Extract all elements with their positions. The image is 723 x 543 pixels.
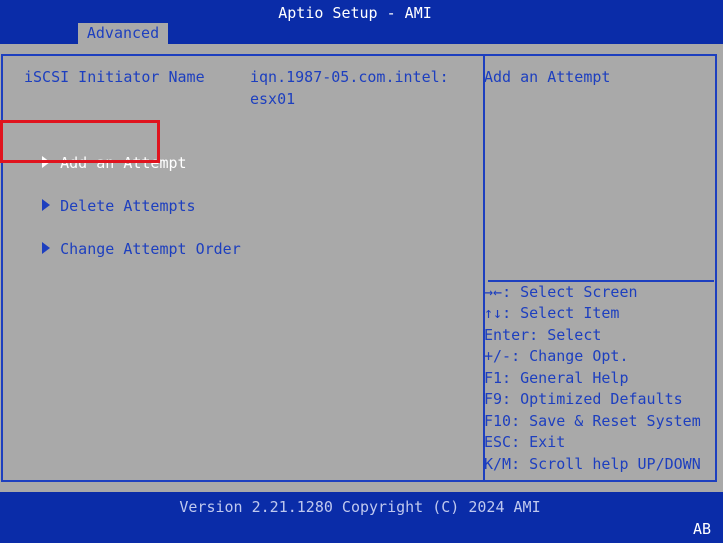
help-key-select-screen: →←: Select Screen [484, 283, 638, 301]
app-title: Aptio Setup - AMI [278, 4, 432, 22]
help-key-optimized-defaults: F9: Optimized Defaults [484, 390, 683, 408]
iscsi-initiator-name-value-line2[interactable]: esx01 [250, 88, 295, 110]
selection-highlight [0, 120, 160, 163]
up-down-arrows-icon: ↑↓ [484, 304, 503, 322]
menu-item-change-attempt-order[interactable]: Change Attempt Order [6, 216, 241, 258]
corner-code: AB [692, 520, 711, 538]
left-right-arrows-icon: →← [484, 283, 503, 301]
header-bar: Aptio Setup - AMI Advanced [0, 0, 723, 44]
footer-bar: Version 2.21.1280 Copyright (C) 2024 AMI… [0, 492, 723, 543]
menu-item-label: Change Attempt Order [60, 240, 241, 258]
help-key-change-opt: +/-: Change Opt. [484, 347, 629, 365]
menu-item-delete-attempts[interactable]: Delete Attempts [6, 173, 196, 215]
submenu-arrow-icon [42, 242, 51, 254]
version-text: Version 2.21.1280 Copyright (C) 2024 AMI [179, 498, 541, 516]
help-key-select-item: ↑↓: Select Item [484, 304, 620, 322]
main-panel: iSCSI Initiator Name iqn.1987-05.com.int… [0, 44, 723, 492]
help-key-exit: ESC: Exit [484, 433, 566, 451]
help-key-enter: Enter: Select [484, 326, 602, 344]
help-key-save-reset: F10: Save & Reset System [484, 412, 701, 430]
iscsi-initiator-name-label: iSCSI Initiator Name [24, 68, 205, 86]
help-key-scroll-help: K/M: Scroll help UP/DOWN [484, 455, 701, 473]
submenu-arrow-icon [42, 199, 51, 211]
iscsi-initiator-name-value-line1[interactable]: iqn.1987-05.com.intel: [250, 66, 449, 88]
help-key-general-help: F1: General Help [484, 369, 629, 387]
tab-advanced[interactable]: Advanced [78, 23, 168, 44]
help-description: Add an Attempt [484, 68, 611, 86]
menu-item-label: Delete Attempts [60, 197, 196, 215]
